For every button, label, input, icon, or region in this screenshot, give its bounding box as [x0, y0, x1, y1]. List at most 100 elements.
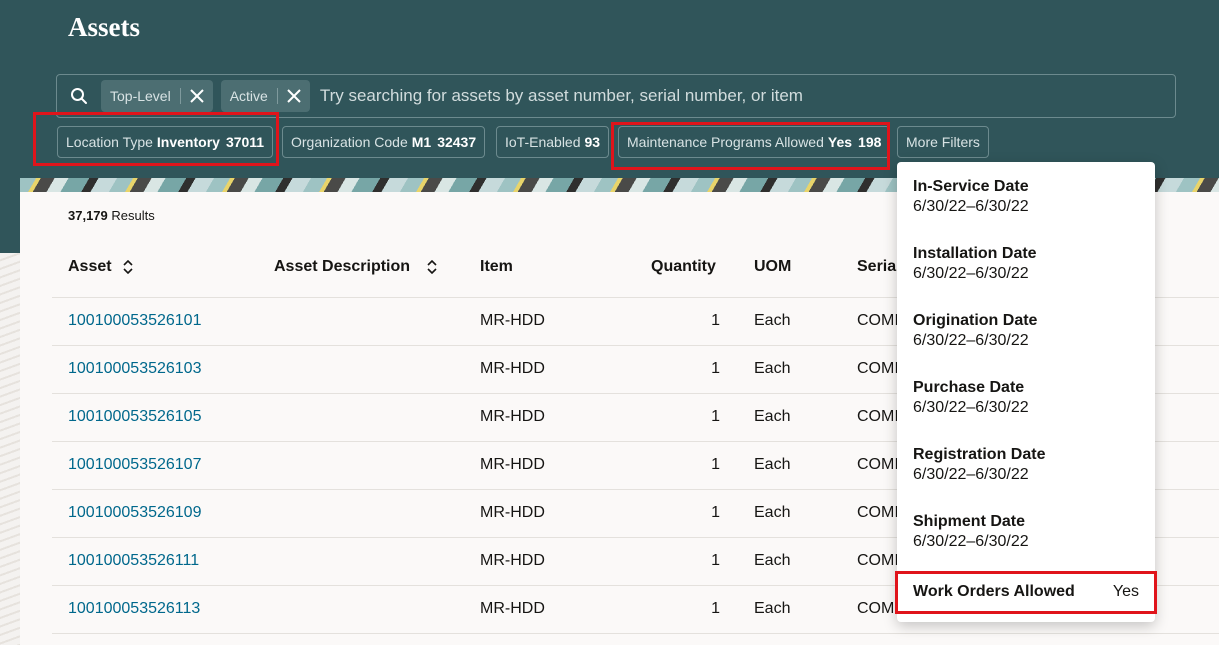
quantity-cell: 1 [711, 504, 720, 521]
uom-cell: Each [754, 312, 791, 329]
asset-link[interactable]: 100100053526109 [68, 504, 201, 522]
column-label: Serial [857, 258, 901, 275]
menu-item-origination-date[interactable]: Origination Date 6/30/22–6/30/22 [913, 312, 1139, 350]
menu-item-value: 6/30/22–6/30/22 [913, 265, 1029, 282]
quantity-cell: 1 [711, 600, 720, 617]
serial-cell: COMI [857, 360, 899, 377]
column-header-uom: UOM [754, 258, 791, 276]
filter-count: 93 [584, 134, 601, 150]
close-icon[interactable] [181, 80, 213, 112]
menu-item-value: 6/30/22–6/30/22 [913, 332, 1029, 349]
asset-link[interactable]: 100100053526103 [68, 360, 201, 378]
menu-item-shipment-date[interactable]: Shipment Date 6/30/22–6/30/22 [913, 513, 1139, 551]
filter-count: 37011 [225, 134, 265, 150]
asset-link[interactable]: 100100053526113 [68, 600, 200, 618]
more-filters-menu: In-Service Date 6/30/22–6/30/22 Installa… [897, 162, 1155, 622]
filter-value: M1 [411, 134, 432, 150]
menu-item-value: 6/30/22–6/30/22 [913, 533, 1029, 550]
column-header-asset-description[interactable]: Asset Description [274, 258, 438, 276]
asset-link[interactable]: 100100053526101 [68, 312, 201, 330]
results-count: 37,179 Results [68, 208, 155, 223]
item-cell: MR-HDD [480, 408, 545, 425]
results-number: 37,179 [68, 208, 108, 223]
serial-cell: COMI [857, 504, 899, 521]
filter-label: More Filters [906, 134, 980, 150]
uom-cell: Each [754, 552, 791, 569]
filter-location-type[interactable]: Location Type Inventory 37011 [57, 126, 274, 158]
serial-cell: COMI [857, 408, 899, 425]
item-cell: MR-HDD [480, 312, 545, 329]
menu-item-label: Registration Date [913, 446, 1046, 463]
serial-cell: COM [857, 600, 895, 617]
sort-icon[interactable] [122, 260, 134, 274]
page-title: Assets [68, 12, 140, 42]
row-divider [52, 633, 1219, 634]
more-filters-button[interactable]: More Filters [897, 126, 989, 158]
item-cell: MR-HDD [480, 456, 545, 473]
menu-item-in-service-date[interactable]: In-Service Date 6/30/22–6/30/22 [913, 178, 1139, 216]
item-cell: MR-HDD [480, 600, 545, 617]
asset-link[interactable]: 100100053526111 [68, 552, 199, 570]
menu-item-label: Shipment Date [913, 513, 1026, 530]
filter-label: Organization Code [291, 134, 408, 150]
chip-label: Top-Level [110, 88, 171, 104]
chip-label: Active [229, 88, 268, 104]
filter-value: Yes [827, 134, 853, 150]
column-label: UOM [754, 258, 792, 275]
column-header-asset[interactable]: Asset [68, 258, 134, 276]
menu-item-label: Installation Date [913, 245, 1037, 262]
item-cell: MR-HDD [480, 504, 545, 521]
uom-cell: Each [754, 360, 791, 377]
quantity-cell: 1 [711, 456, 720, 473]
column-label: Quantity [651, 258, 716, 275]
menu-item-label: Purchase Date [913, 379, 1025, 396]
menu-item-value: 6/30/22–6/30/22 [913, 399, 1029, 416]
filter-label: Maintenance Programs Allowed [627, 134, 824, 150]
column-label: Item [480, 258, 513, 275]
results-label: Results [111, 208, 155, 223]
sort-icon[interactable] [426, 260, 438, 274]
item-cell: MR-HDD [480, 552, 545, 569]
serial-cell: COMI [857, 552, 899, 569]
asset-link[interactable]: 100100053526107 [68, 456, 201, 474]
filter-count: 198 [858, 134, 882, 150]
column-header-serial: Serial [857, 258, 901, 276]
column-label: Asset [68, 258, 112, 275]
menu-item-value: Yes [1112, 583, 1139, 600]
quantity-cell: 1 [711, 552, 720, 569]
column-header-item: Item [480, 258, 513, 276]
search-input[interactable] [317, 76, 1175, 116]
menu-item-label: Origination Date [913, 312, 1038, 329]
quantity-cell: 1 [711, 312, 720, 329]
menu-item-registration-date[interactable]: Registration Date 6/30/22–6/30/22 [913, 446, 1139, 484]
menu-item-value: 6/30/22–6/30/22 [913, 198, 1029, 215]
column-label: Asset Description [274, 258, 411, 275]
column-header-quantity: Quantity [651, 258, 716, 276]
filter-count: 32437 [437, 134, 477, 150]
quantity-cell: 1 [711, 408, 720, 425]
search-chip-active: Active [220, 80, 310, 112]
filter-organization-code[interactable]: Organization Code M1 32437 [282, 126, 486, 158]
filter-iot-enabled[interactable]: IoT-Enabled 93 [496, 126, 610, 158]
search-icon[interactable] [57, 74, 101, 118]
menu-item-label: Work Orders Allowed [913, 583, 1075, 600]
uom-cell: Each [754, 504, 791, 521]
search-chip-top-level: Top-Level [101, 80, 213, 112]
filter-value: Inventory [156, 134, 220, 150]
quantity-cell: 1 [711, 360, 720, 377]
menu-item-purchase-date[interactable]: Purchase Date 6/30/22–6/30/22 [913, 379, 1139, 417]
uom-cell: Each [754, 600, 791, 617]
menu-item-value: 6/30/22–6/30/22 [913, 466, 1029, 483]
asset-link[interactable]: 100100053526105 [68, 408, 201, 426]
uom-cell: Each [754, 408, 791, 425]
serial-cell: COMI [857, 456, 899, 473]
background-pattern [0, 253, 20, 645]
menu-item-label: In-Service Date [913, 178, 1029, 195]
close-icon[interactable] [278, 80, 310, 112]
item-cell: MR-HDD [480, 360, 545, 377]
filter-maintenance-programs-allowed[interactable]: Maintenance Programs Allowed Yes 198 [618, 126, 891, 158]
serial-cell: COMI [857, 312, 899, 329]
menu-item-installation-date[interactable]: Installation Date 6/30/22–6/30/22 [913, 245, 1139, 283]
menu-item-work-orders-allowed[interactable]: Work Orders Allowed Yes [913, 583, 1139, 601]
search-bar: Top-Level Active [56, 74, 1176, 118]
